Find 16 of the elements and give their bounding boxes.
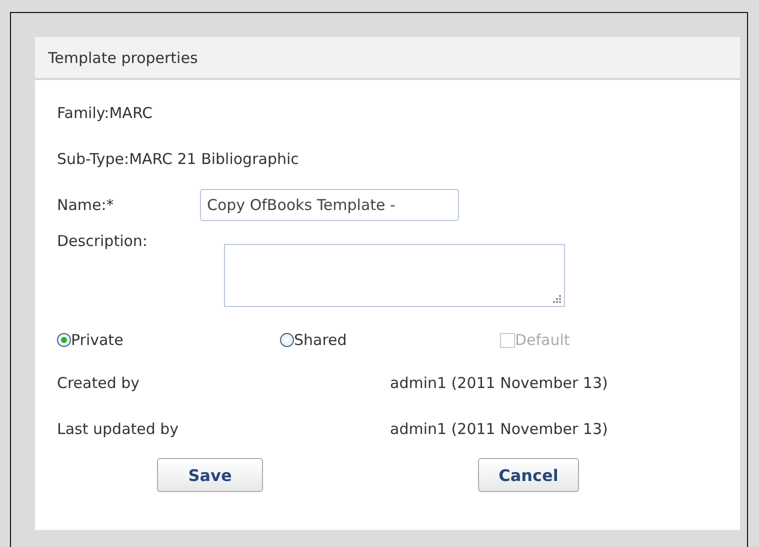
name-field[interactable]: Copy OfBooks Template - bbox=[200, 189, 459, 221]
panel-title: Template properties bbox=[48, 48, 198, 66]
family-text: Family:MARC bbox=[57, 104, 153, 122]
info-value: admin1 (2011 November 13) bbox=[390, 374, 608, 392]
description-field[interactable] bbox=[224, 244, 565, 307]
cancel-button[interactable]: Cancel bbox=[478, 458, 579, 492]
description-label: Description: bbox=[57, 232, 148, 250]
name-label: Name:* bbox=[57, 196, 115, 214]
info-label: Last updated by bbox=[57, 420, 180, 438]
resize-grip-icon[interactable] bbox=[552, 294, 561, 303]
visibility-radio[interactable]: Shared bbox=[280, 331, 500, 349]
info-label: Created by bbox=[57, 374, 141, 392]
save-button[interactable]: Save bbox=[157, 458, 263, 492]
visibility-radio[interactable]: Private bbox=[57, 331, 280, 349]
sub-type-text: Sub-Type:MARC 21 Bibliographic bbox=[57, 150, 299, 168]
info-value: admin1 (2011 November 13) bbox=[390, 420, 608, 438]
